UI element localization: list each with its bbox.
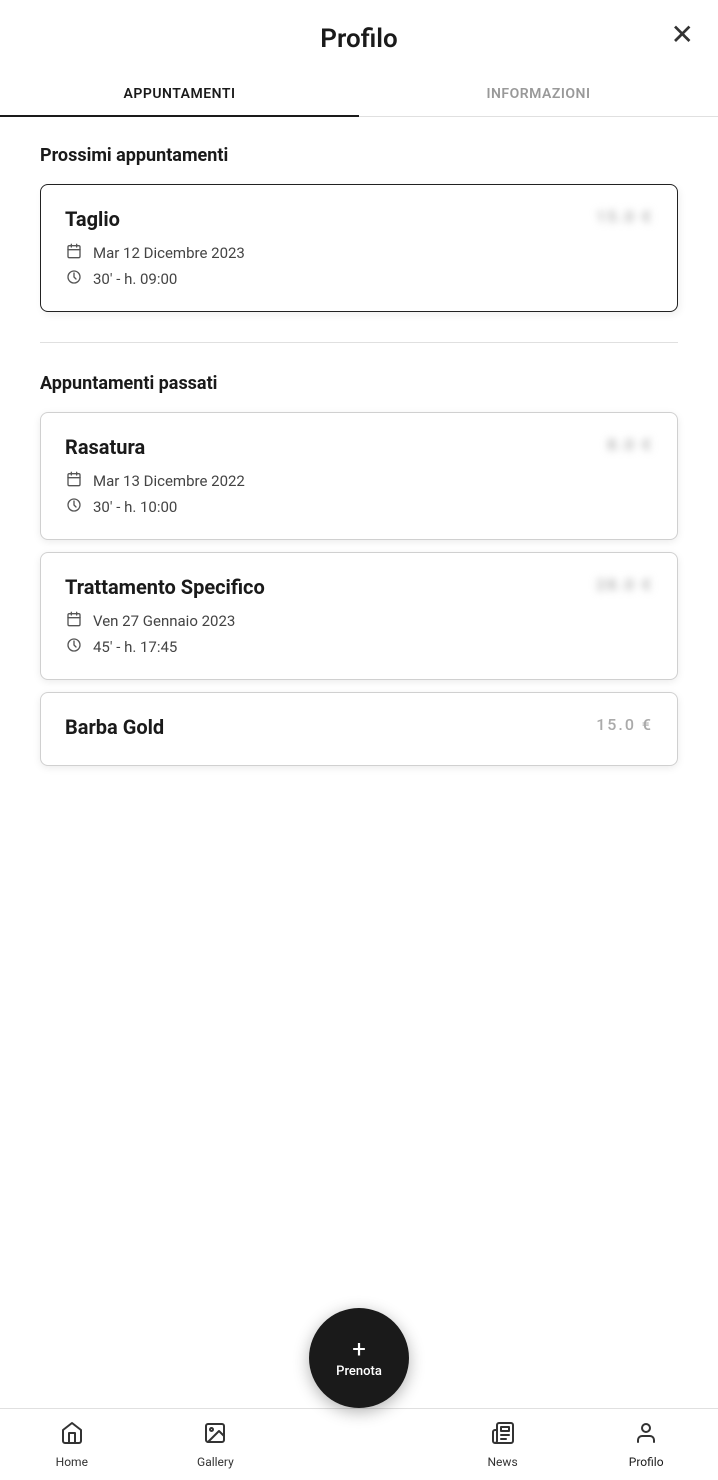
- past-section-title: Appuntamenti passati: [40, 373, 678, 394]
- calendar-icon-trattamento: [65, 611, 83, 631]
- appointment-date-trattamento: Ven 27 Gennaio 2023: [93, 612, 235, 630]
- appointment-card-trattamento[interactable]: Trattamento Specifico 28.0 € Ven 27 Genn…: [40, 552, 678, 680]
- header: Profilo ✕: [0, 0, 718, 70]
- nav-label-profilo: Profilo: [629, 1455, 664, 1469]
- nav-label-home: Home: [56, 1455, 88, 1469]
- fab-plus-icon: +: [352, 1337, 366, 1361]
- appointment-name-rasatura: Rasatura: [65, 435, 145, 459]
- card-info: Mar 12 Dicembre 2023 30' - h. 09:00: [65, 243, 653, 289]
- time-row: 30' - h. 09:00: [65, 269, 653, 289]
- bottom-nav: Home Gallery News: [0, 1408, 718, 1480]
- tab-informazioni[interactable]: INFORMAZIONI: [359, 70, 718, 116]
- appointment-price-trattamento: 28.0 €: [596, 575, 653, 594]
- upcoming-section-title: Prossimi appuntamenti: [40, 145, 678, 166]
- nav-item-news[interactable]: News: [431, 1421, 575, 1469]
- appointment-time-rasatura: 30' - h. 10:00: [93, 498, 177, 516]
- appointment-card-barba-gold[interactable]: Barba Gold 15.0 €: [40, 692, 678, 766]
- appointment-card-rasatura[interactable]: Rasatura 8.0 € Mar 13 Dicembre 2022: [40, 412, 678, 540]
- appointment-card-taglio[interactable]: Taglio 15.0 € Mar 12 Dicembre 2023: [40, 184, 678, 312]
- fab-label: Prenota: [336, 1364, 382, 1379]
- clock-icon: [65, 269, 83, 289]
- page-title: Profilo: [320, 24, 397, 54]
- profilo-icon: [634, 1421, 658, 1451]
- calendar-icon: [65, 243, 83, 263]
- appointment-date: Mar 12 Dicembre 2023: [93, 244, 245, 262]
- close-button[interactable]: ✕: [671, 21, 694, 49]
- appointment-time: 30' - h. 09:00: [93, 270, 177, 288]
- nav-label-gallery: Gallery: [197, 1455, 234, 1469]
- appointment-price-rasatura: 8.0 €: [607, 435, 653, 454]
- tab-appuntamenti[interactable]: APPUNTAMENTI: [0, 70, 359, 116]
- tabs-bar: APPUNTAMENTI INFORMAZIONI: [0, 70, 718, 117]
- date-row-trattamento: Ven 27 Gennaio 2023: [65, 611, 653, 631]
- prenota-fab[interactable]: + Prenota: [309, 1308, 409, 1408]
- gallery-icon: [203, 1421, 227, 1451]
- appointment-time-trattamento: 45' - h. 17:45: [93, 638, 177, 656]
- appointment-price-barba: 15.0 €: [596, 715, 653, 734]
- main-content: Prossimi appuntamenti Taglio 15.0 €: [0, 117, 718, 886]
- appointment-name-trattamento: Trattamento Specifico: [65, 575, 265, 599]
- card-header-barba: Barba Gold 15.0 €: [65, 715, 653, 739]
- time-row-trattamento: 45' - h. 17:45: [65, 637, 653, 657]
- date-row: Mar 12 Dicembre 2023: [65, 243, 653, 263]
- appointment-name-barba: Barba Gold: [65, 715, 164, 739]
- section-divider: [40, 342, 678, 343]
- card-info-trattamento: Ven 27 Gennaio 2023 45' - h. 17:45: [65, 611, 653, 657]
- time-row-rasatura: 30' - h. 10:00: [65, 497, 653, 517]
- card-header-trattamento: Trattamento Specifico 28.0 €: [65, 575, 653, 599]
- calendar-icon-rasatura: [65, 471, 83, 491]
- nav-item-gallery[interactable]: Gallery: [144, 1421, 288, 1469]
- clock-icon-rasatura: [65, 497, 83, 517]
- card-info-rasatura: Mar 13 Dicembre 2022 30' - h. 10:00: [65, 471, 653, 517]
- clock-icon-trattamento: [65, 637, 83, 657]
- card-header-rasatura: Rasatura 8.0 €: [65, 435, 653, 459]
- nav-label-news: News: [488, 1455, 518, 1469]
- past-section: Appuntamenti passati Rasatura 8.0 €: [40, 373, 678, 766]
- home-icon: [60, 1421, 84, 1451]
- appointment-price: 15.0 €: [596, 207, 653, 226]
- appointment-name: Taglio: [65, 207, 120, 231]
- upcoming-section: Prossimi appuntamenti Taglio 15.0 €: [40, 145, 678, 312]
- appointment-date-rasatura: Mar 13 Dicembre 2022: [93, 472, 245, 490]
- date-row-rasatura: Mar 13 Dicembre 2022: [65, 471, 653, 491]
- nav-item-profilo[interactable]: Profilo: [574, 1421, 718, 1469]
- news-icon: [491, 1421, 515, 1451]
- nav-item-home[interactable]: Home: [0, 1421, 144, 1469]
- card-header: Taglio 15.0 €: [65, 207, 653, 231]
